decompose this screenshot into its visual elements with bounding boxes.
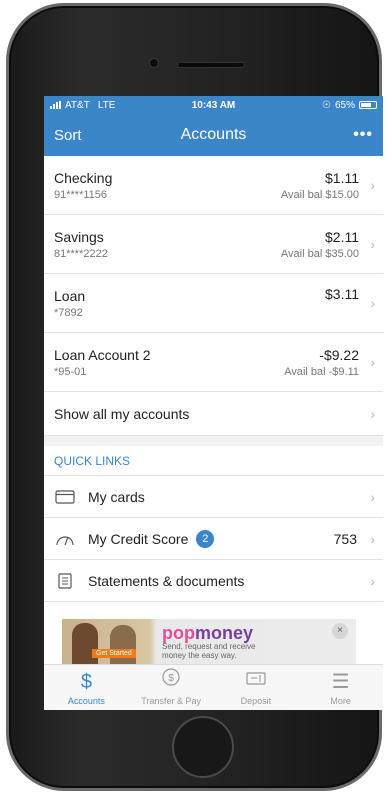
sort-button[interactable]: Sort [54, 127, 82, 144]
ad-tagline-2: money the easy way. [162, 650, 237, 660]
show-all-label: Show all my accounts [54, 405, 190, 422]
app-screen: AT&T LTE 10:43 AM ☉ 65% Sort Accounts ••… [44, 96, 383, 710]
chevron-right-icon: › [370, 488, 375, 505]
phone-frame: AT&T LTE 10:43 AM ☉ 65% Sort Accounts ••… [6, 3, 383, 791]
transfer-icon: $ [160, 666, 182, 694]
tab-accounts[interactable]: $ Accounts [44, 665, 129, 710]
chevron-right-icon: › [370, 354, 375, 370]
available-balance: Avail bal $35.00 [280, 247, 359, 260]
account-name: Loan Account 2 [54, 346, 151, 363]
account-number: *7892 [54, 306, 83, 319]
deposit-icon [245, 670, 267, 694]
account-balance: $3.11 [325, 286, 359, 302]
account-balance: $2.11 [325, 228, 359, 245]
account-name: Loan [54, 287, 86, 304]
account-balance: -$9.22 [319, 346, 359, 363]
quick-link-label: My Credit Score [88, 530, 189, 547]
tab-transfer-pay[interactable]: $ Transfer & Pay [129, 665, 214, 710]
chevron-right-icon: › [370, 236, 375, 252]
account-name: Savings [54, 228, 104, 245]
close-icon[interactable]: × [332, 623, 348, 639]
chevron-right-icon: › [370, 295, 375, 311]
status-bar: AT&T LTE 10:43 AM ☉ 65% [44, 96, 383, 114]
nav-bar: Sort Accounts ••• [44, 114, 383, 156]
battery-icon [359, 101, 377, 109]
ad-get-started-button[interactable]: Get Started [92, 649, 136, 658]
ad-text: popmoney Send, request and receive money… [158, 624, 332, 660]
card-icon [54, 489, 76, 505]
account-number: 91****1156 [54, 188, 108, 201]
quick-link-label: Statements & documents [88, 572, 245, 589]
credit-score-value: 753 [333, 530, 357, 547]
ad-brand-logo: popmoney [162, 622, 254, 643]
document-icon [54, 572, 76, 589]
home-button[interactable] [172, 716, 234, 778]
chevron-right-icon: › [370, 177, 375, 193]
quick-link-statements[interactable]: Statements & documents › [44, 560, 383, 602]
tab-bar: $ Accounts $ Transfer & Pay Deposit ☰ Mo… [44, 664, 383, 710]
account-balance: $1.11 [325, 169, 359, 186]
account-row-loan-account-2[interactable]: Loan Account 2 *95-01 -$9.22 Avail bal -… [44, 333, 383, 392]
status-time: 10:43 AM [191, 99, 236, 111]
tab-more[interactable]: ☰ More [298, 665, 383, 710]
quick-links-header: QUICK LINKS [44, 446, 383, 476]
account-row-checking[interactable]: Checking 91****1156 $1.11 Avail bal $15.… [44, 156, 383, 215]
quick-link-credit-score[interactable]: My Credit Score 2 753 › [44, 518, 383, 560]
popmoney-ad-banner[interactable]: Get Started popmoney Send, request and r… [62, 619, 356, 664]
account-row-savings[interactable]: Savings 81****2222 $2.11 Avail bal $35.0… [44, 215, 383, 274]
tab-label: Transfer & Pay [141, 696, 201, 706]
account-row-loan[interactable]: Loan *7892 $3.11 › [44, 274, 383, 333]
section-divider [44, 436, 383, 446]
more-options-button[interactable]: ••• [353, 126, 373, 144]
account-name: Checking [54, 169, 113, 186]
tab-label: Deposit [240, 696, 272, 706]
tab-deposit[interactable]: Deposit [214, 665, 299, 710]
show-all-accounts-link[interactable]: Show all my accounts › [44, 392, 383, 436]
menu-icon: ☰ [331, 671, 350, 693]
account-number: 81****2222 [54, 247, 108, 260]
gauge-icon [54, 531, 76, 547]
chevron-right-icon: › [370, 405, 375, 422]
chevron-right-icon: › [370, 530, 375, 547]
notification-badge: 2 [196, 529, 215, 548]
tab-label: More [330, 696, 351, 706]
quick-link-my-cards[interactable]: My cards › [44, 476, 383, 518]
available-balance: Avail bal -$9.11 [284, 365, 359, 378]
svg-text:$: $ [168, 673, 174, 684]
available-balance: Avail bal $15.00 [280, 188, 359, 201]
quick-link-label: My cards [88, 488, 145, 505]
front-camera [149, 58, 159, 68]
dollar-icon: $ [80, 671, 92, 693]
tab-label: Accounts [67, 696, 105, 706]
chevron-right-icon: › [370, 572, 375, 589]
account-number: *95-01 [54, 365, 87, 378]
earpiece-speaker [177, 62, 245, 68]
ad-photo: Get Started [62, 619, 158, 664]
page-title: Accounts [180, 126, 247, 143]
ad-tagline-1: Send, request and receive [162, 641, 256, 651]
